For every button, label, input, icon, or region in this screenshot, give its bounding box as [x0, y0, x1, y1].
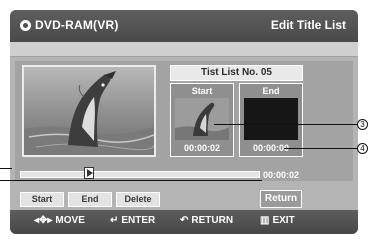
move-icon: ◂✥▸: [34, 215, 53, 226]
disc-icon: [20, 20, 31, 31]
exit-icon: ▥: [260, 215, 270, 226]
return-button[interactable]: Return: [260, 190, 302, 208]
dvd-screen: DVD-RAM(VR) Edit Title List Tist List No…: [10, 10, 358, 234]
end-label: End: [262, 86, 280, 96]
play-position-icon[interactable]: [84, 167, 94, 179]
playback-progress-bar[interactable]: [20, 171, 260, 178]
page-title: Edit Title List: [270, 18, 346, 32]
nav-enter-label: ENTER: [121, 215, 156, 226]
callout-4: 4: [357, 143, 368, 154]
delete-button[interactable]: Delete: [116, 192, 160, 207]
callout-line-left-2: [0, 180, 262, 181]
nav-return[interactable]: ↶ RETURN: [180, 215, 233, 226]
nav-exit[interactable]: ▥ EXIT: [260, 215, 295, 226]
end-button[interactable]: End: [68, 192, 112, 207]
start-thumbnail-image: [175, 98, 229, 140]
nav-exit-label: EXIT: [272, 215, 295, 226]
nav-move-label: MOVE: [55, 215, 85, 226]
start-thumbnail-panel[interactable]: Start 00:00:02: [170, 83, 234, 157]
current-time: 00:00:02: [263, 170, 300, 180]
nav-enter[interactable]: ↵ ENTER: [110, 215, 155, 226]
enter-icon: ↵: [110, 215, 119, 226]
nav-move[interactable]: ◂✥▸ MOVE: [34, 215, 85, 226]
dolphin-image: [24, 67, 154, 155]
header-stripe: [10, 42, 358, 57]
callout-line-4: [284, 148, 358, 149]
return-icon: ↶: [180, 215, 189, 226]
title-bar: DVD-RAM(VR) Edit Title List: [10, 10, 358, 42]
callout-3: 3: [357, 119, 368, 130]
start-button[interactable]: Start: [20, 192, 64, 207]
disc-type-title: DVD-RAM(VR): [35, 18, 119, 32]
start-time: 00:00:02: [183, 143, 221, 153]
nav-return-label: RETURN: [191, 215, 234, 226]
callout-line-3: [214, 124, 357, 125]
end-thumbnail-panel[interactable]: End 00:00:00: [239, 83, 303, 157]
callout-line-left-1: [0, 168, 12, 169]
video-preview: [22, 65, 156, 157]
bottom-nav-bar: ◂✥▸ MOVE ↵ ENTER ↶ RETURN ▥ EXIT: [10, 210, 358, 234]
start-label: Start: [191, 86, 213, 96]
end-thumbnail-image: [244, 98, 298, 140]
progress-fill: [21, 172, 88, 177]
title-list-header: Tist List No. 05: [170, 65, 303, 81]
